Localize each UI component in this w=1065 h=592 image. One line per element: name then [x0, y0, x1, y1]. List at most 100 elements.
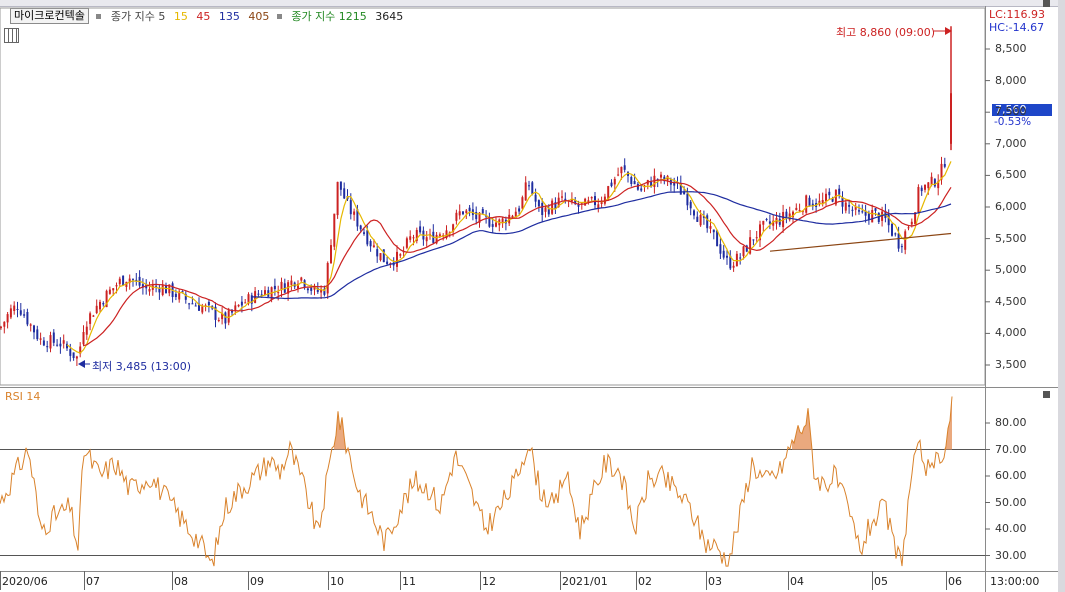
candle-body: [726, 255, 728, 258]
candle-body: [613, 178, 616, 185]
rsi-overbought-fill: [944, 396, 952, 450]
candle-body: [762, 220, 765, 225]
candle-body: [943, 164, 946, 167]
candle-body: [455, 212, 458, 221]
candle-body: [336, 181, 339, 216]
candle-body: [844, 202, 847, 211]
ma45-line: [83, 179, 952, 347]
rsi-tick: 60.00: [995, 469, 1027, 482]
candle-body: [739, 257, 742, 259]
candle-body: [363, 232, 365, 234]
candle-body: [409, 236, 412, 240]
candle-body: [300, 277, 303, 281]
candle-body: [376, 249, 379, 257]
candle-body: [630, 177, 633, 184]
candle-body: [696, 216, 699, 222]
candle-body: [310, 287, 313, 291]
candle-body: [201, 306, 204, 313]
candle-body: [122, 275, 125, 286]
candle-body: [531, 182, 534, 194]
candle-body: [858, 210, 860, 212]
price-tick: 5,500: [995, 231, 1027, 245]
candle-body: [805, 195, 808, 213]
candle-body: [349, 200, 352, 215]
candle-body: [735, 253, 738, 267]
candle-body: [851, 209, 854, 211]
candle-body: [848, 204, 851, 207]
candle-body: [19, 310, 22, 315]
price-tick: 6,000: [995, 200, 1027, 213]
candle-body: [900, 246, 903, 248]
candle-body: [551, 200, 554, 214]
price-tick: 5,000: [995, 263, 1027, 277]
candle-body: [224, 312, 227, 324]
rsi-line: [0, 396, 953, 567]
price-tick: 7,000: [995, 136, 1027, 150]
high-annotation: 최고 8,860 (09:00): [836, 26, 936, 39]
rsi-panel-button-icon[interactable]: [1043, 391, 1050, 398]
candle-body: [85, 326, 88, 335]
candle-body: [640, 188, 643, 191]
candle-body: [82, 332, 85, 345]
candle-body: [188, 303, 191, 305]
x-tick: 2021/01: [562, 575, 608, 588]
x-tick: 08: [174, 575, 188, 588]
price-panel-button-icon[interactable]: [1043, 0, 1050, 7]
chart-canvas: [0, 6, 1058, 592]
candle-body: [399, 254, 402, 256]
candle-body: [910, 221, 913, 225]
candle-body: [42, 340, 45, 346]
candle-body: [26, 312, 29, 325]
rsi-overbought-fill: [334, 411, 354, 450]
candle-body: [897, 233, 900, 249]
candle-body: [306, 288, 309, 291]
candle-body: [927, 182, 930, 189]
candle-body: [653, 175, 656, 187]
candle-body: [709, 226, 712, 229]
candle-body: [333, 213, 336, 247]
time-label: 13:00:00: [990, 575, 1040, 588]
candle-body: [620, 166, 623, 174]
candle-body: [660, 174, 662, 178]
candle-body: [89, 313, 92, 324]
candle-body: [161, 285, 164, 295]
candle-body: [755, 237, 758, 239]
candle-body: [343, 188, 346, 199]
candle-body: [72, 352, 75, 358]
candle-body: [633, 181, 636, 185]
candle-body: [108, 289, 111, 294]
candle-body: [636, 183, 639, 190]
candle-body: [491, 224, 494, 227]
candle-body: [69, 349, 72, 356]
ma15-line: [66, 161, 952, 354]
x-tick: 05: [874, 575, 888, 588]
candle-body: [768, 221, 771, 224]
candle-body: [13, 305, 16, 311]
candle-body: [386, 261, 389, 265]
candle-body: [693, 210, 695, 216]
price-tick: 6,500: [995, 168, 1027, 182]
candle-body: [62, 340, 65, 344]
candle-body: [33, 325, 35, 333]
candle-body: [465, 210, 468, 213]
candle-body: [405, 238, 408, 248]
candle-body: [752, 239, 755, 241]
rsi-tick: 30.00: [995, 548, 1027, 562]
x-tick: 03: [708, 575, 722, 588]
candle-body: [537, 200, 540, 207]
candle-body: [488, 218, 491, 227]
candle-body: [23, 314, 26, 316]
candle-body: [359, 225, 362, 230]
right-scroll-gutter[interactable]: [1058, 0, 1065, 592]
candle-body: [821, 200, 824, 203]
candle-body: [867, 213, 870, 220]
candle-body: [0, 326, 2, 328]
candle-body: [194, 305, 197, 307]
candle-body: [623, 165, 626, 170]
candle-body: [511, 215, 514, 218]
candle-body: [29, 324, 32, 326]
candle-body: [95, 305, 98, 313]
rsi-indicator-label: RSI 14: [5, 390, 41, 403]
ma405-line: [769, 232, 952, 252]
candle-body: [9, 308, 12, 318]
